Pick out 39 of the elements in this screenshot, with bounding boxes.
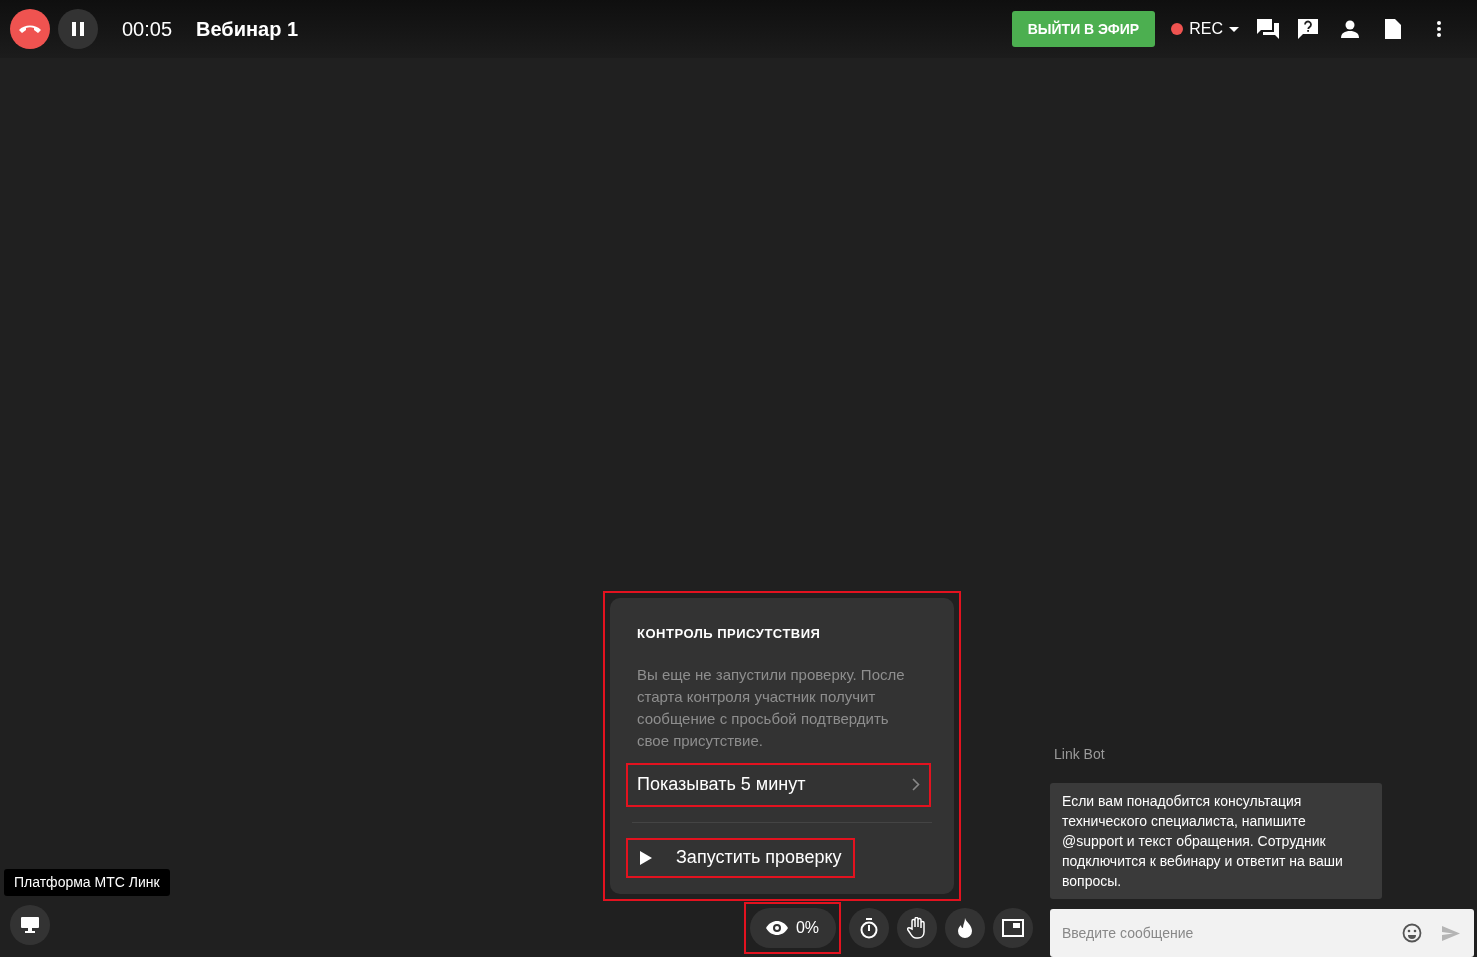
start-check-button[interactable]: Запустить проверку — [626, 837, 855, 878]
more-icon[interactable] — [1437, 21, 1441, 37]
phone-icon — [18, 24, 42, 34]
hand-icon — [907, 917, 927, 939]
emoji-icon[interactable] — [1402, 923, 1422, 943]
document-icon[interactable] — [1385, 19, 1401, 39]
flame-icon — [958, 918, 972, 938]
user-icon[interactable] — [1341, 20, 1359, 38]
screen-share-button[interactable] — [10, 905, 50, 945]
record-dot-icon — [1171, 23, 1184, 35]
elapsed-time: 00:05 — [122, 17, 173, 42]
chat-message: Если вам понадобится консультация технического специалиста, напишите @support и текст обращения. Сотрудник подключится к вебинару и ответит на ваши вопросы. — [1050, 783, 1382, 899]
caret-icon — [1229, 26, 1239, 32]
webinar-title: Вебинар 1 — [196, 17, 299, 42]
raise-hand-button[interactable] — [897, 908, 937, 948]
popup-description: Вы еще не запустили проверку. После старта контроля участник получит сообщение с просьбой подтвердить свое присутствие. — [637, 664, 906, 751]
question-icon[interactable] — [1297, 19, 1319, 39]
eye-icon — [765, 921, 788, 935]
reaction-button[interactable] — [945, 908, 985, 948]
recording-button[interactable]: REC — [1171, 17, 1239, 41]
pause-button[interactable] — [58, 9, 98, 49]
timer-button[interactable] — [849, 908, 889, 948]
stopwatch-icon — [860, 917, 878, 939]
pause-icon — [72, 22, 84, 36]
picture-in-picture-icon — [1002, 919, 1024, 937]
rec-label: REC — [1189, 19, 1223, 39]
tooltip: Платформа МТС Линк — [4, 869, 170, 896]
duration-option[interactable]: Показывать 5 минут — [626, 762, 931, 807]
play-icon — [640, 850, 652, 865]
hang-up-button[interactable] — [10, 9, 50, 49]
chat-icon[interactable] — [1257, 19, 1279, 39]
chevron-icon — [912, 778, 920, 791]
monitor-icon — [21, 917, 39, 933]
picture-in-picture-button[interactable] — [993, 908, 1033, 948]
attendance-button[interactable]: 0% — [749, 908, 836, 948]
sender-name: Link Bot — [1054, 745, 1106, 764]
popup-title: КОНТРОЛЬ ПРИСУТСТВИЯ — [636, 625, 822, 643]
message-field[interactable]: Введите сообщение — [1050, 909, 1474, 957]
message-input[interactable]: Введите сообщение — [1062, 922, 1402, 944]
